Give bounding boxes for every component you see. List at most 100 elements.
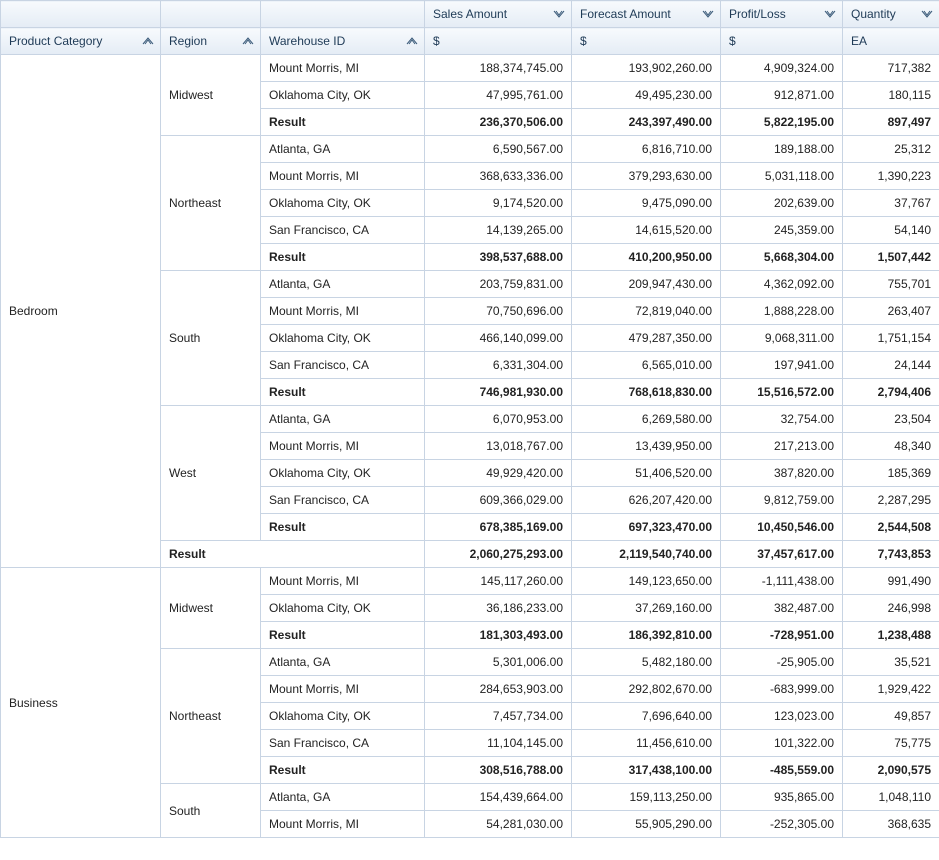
profit-loss-cell: 9,068,311.00	[721, 325, 843, 352]
forecast-cell: 697,323,470.00	[572, 514, 721, 541]
forecast-cell: 72,819,040.00	[572, 298, 721, 325]
header-warehouse-id[interactable]: Warehouse ID	[261, 28, 425, 55]
region-cell: Northeast	[161, 136, 261, 271]
quantity-cell: 2,544,508	[843, 514, 939, 541]
header-blank-2[interactable]	[161, 1, 261, 28]
header-quantity[interactable]: Quantity	[843, 1, 939, 28]
forecast-cell: 193,902,260.00	[572, 55, 721, 82]
header-label: Forecast Amount	[580, 7, 671, 21]
sort-desc-icon[interactable]	[553, 8, 565, 20]
forecast-cell: 7,696,640.00	[572, 703, 721, 730]
header-blank-3[interactable]	[261, 1, 425, 28]
forecast-cell: 6,269,580.00	[572, 406, 721, 433]
sales-cell: 9,174,520.00	[425, 190, 572, 217]
header-product-category[interactable]: Product Category	[1, 28, 161, 55]
quantity-cell: 24,144	[843, 352, 939, 379]
forecast-cell: 11,456,610.00	[572, 730, 721, 757]
quantity-cell: 37,767	[843, 190, 939, 217]
profit-loss-cell: 935,865.00	[721, 784, 843, 811]
quantity-cell: 1,048,110	[843, 784, 939, 811]
profit-loss-cell: -25,905.00	[721, 649, 843, 676]
sales-cell: 398,537,688.00	[425, 244, 572, 271]
warehouse-cell: San Francisco, CA	[261, 352, 425, 379]
region-cell: West	[161, 406, 261, 541]
sort-desc-icon[interactable]	[824, 8, 836, 20]
sales-cell: 466,140,099.00	[425, 325, 572, 352]
sales-cell: 203,759,831.00	[425, 271, 572, 298]
forecast-cell: 37,269,160.00	[572, 595, 721, 622]
profit-loss-cell: 10,450,546.00	[721, 514, 843, 541]
warehouse-cell: Atlanta, GA	[261, 649, 425, 676]
warehouse-cell: Oklahoma City, OK	[261, 82, 425, 109]
pivot-body: BedroomMidwestMount Morris, MI188,374,74…	[1, 55, 939, 838]
region-cell: South	[161, 271, 261, 406]
header-forecast-amount[interactable]: Forecast Amount	[572, 1, 721, 28]
forecast-cell: 13,439,950.00	[572, 433, 721, 460]
category-cell: Bedroom	[1, 55, 161, 568]
profit-loss-cell: 245,359.00	[721, 217, 843, 244]
forecast-cell: 768,618,830.00	[572, 379, 721, 406]
header-profit-loss[interactable]: Profit/Loss	[721, 1, 843, 28]
profit-loss-cell: -683,999.00	[721, 676, 843, 703]
category-cell: Business	[1, 568, 161, 838]
sales-cell: 145,117,260.00	[425, 568, 572, 595]
forecast-cell: 55,905,290.00	[572, 811, 721, 838]
warehouse-cell: Atlanta, GA	[261, 784, 425, 811]
warehouse-cell: Atlanta, GA	[261, 271, 425, 298]
forecast-cell: 479,287,350.00	[572, 325, 721, 352]
forecast-cell: 626,207,420.00	[572, 487, 721, 514]
unit-profit-loss: $	[721, 28, 843, 55]
sales-cell: 6,070,953.00	[425, 406, 572, 433]
forecast-cell: 209,947,430.00	[572, 271, 721, 298]
warehouse-cell: Oklahoma City, OK	[261, 190, 425, 217]
profit-loss-cell: -252,305.00	[721, 811, 843, 838]
sales-cell: 181,303,493.00	[425, 622, 572, 649]
quantity-cell: 23,504	[843, 406, 939, 433]
quantity-cell: 368,635	[843, 811, 939, 838]
sales-cell: 609,366,029.00	[425, 487, 572, 514]
quantity-cell: 897,497	[843, 109, 939, 136]
quantity-cell: 185,369	[843, 460, 939, 487]
sales-cell: 308,516,788.00	[425, 757, 572, 784]
warehouse-cell: Mount Morris, MI	[261, 568, 425, 595]
warehouse-cell: San Francisco, CA	[261, 730, 425, 757]
unit-sales: $	[425, 28, 572, 55]
quantity-cell: 1,507,442	[843, 244, 939, 271]
sort-asc-icon[interactable]	[406, 35, 418, 47]
warehouse-cell: Oklahoma City, OK	[261, 325, 425, 352]
profit-loss-cell: -728,951.00	[721, 622, 843, 649]
forecast-cell: 410,200,950.00	[572, 244, 721, 271]
quantity-cell: 1,929,422	[843, 676, 939, 703]
warehouse-cell: Oklahoma City, OK	[261, 460, 425, 487]
sort-asc-icon[interactable]	[142, 35, 154, 47]
sales-cell: 70,750,696.00	[425, 298, 572, 325]
sales-cell: 236,370,506.00	[425, 109, 572, 136]
warehouse-cell: Mount Morris, MI	[261, 163, 425, 190]
pivot-table: Sales Amount Forecast Amount Profit/Loss…	[0, 0, 939, 838]
header-label: Warehouse ID	[269, 34, 345, 48]
quantity-cell: 991,490	[843, 568, 939, 595]
quantity-cell: 1,751,154	[843, 325, 939, 352]
quantity-cell: 1,390,223	[843, 163, 939, 190]
header-label: Product Category	[9, 34, 102, 48]
unit-quantity: EA	[843, 28, 939, 55]
header-region[interactable]: Region	[161, 28, 261, 55]
quantity-cell: 48,340	[843, 433, 939, 460]
sort-desc-icon[interactable]	[702, 8, 714, 20]
sales-cell: 49,929,420.00	[425, 460, 572, 487]
quantity-cell: 755,701	[843, 271, 939, 298]
warehouse-cell: San Francisco, CA	[261, 487, 425, 514]
sales-cell: 11,104,145.00	[425, 730, 572, 757]
quantity-cell: 7,743,853	[843, 541, 939, 568]
table-row: BusinessMidwestMount Morris, MI145,117,2…	[1, 568, 939, 595]
warehouse-cell: San Francisco, CA	[261, 217, 425, 244]
header-sales-amount[interactable]: Sales Amount	[425, 1, 572, 28]
header-label: Profit/Loss	[729, 7, 786, 21]
profit-loss-cell: -485,559.00	[721, 757, 843, 784]
header-label: Quantity	[851, 7, 896, 21]
sort-desc-icon[interactable]	[921, 8, 933, 20]
profit-loss-cell: 101,322.00	[721, 730, 843, 757]
header-blank-1[interactable]	[1, 1, 161, 28]
sort-asc-icon[interactable]	[242, 35, 254, 47]
forecast-cell: 6,816,710.00	[572, 136, 721, 163]
